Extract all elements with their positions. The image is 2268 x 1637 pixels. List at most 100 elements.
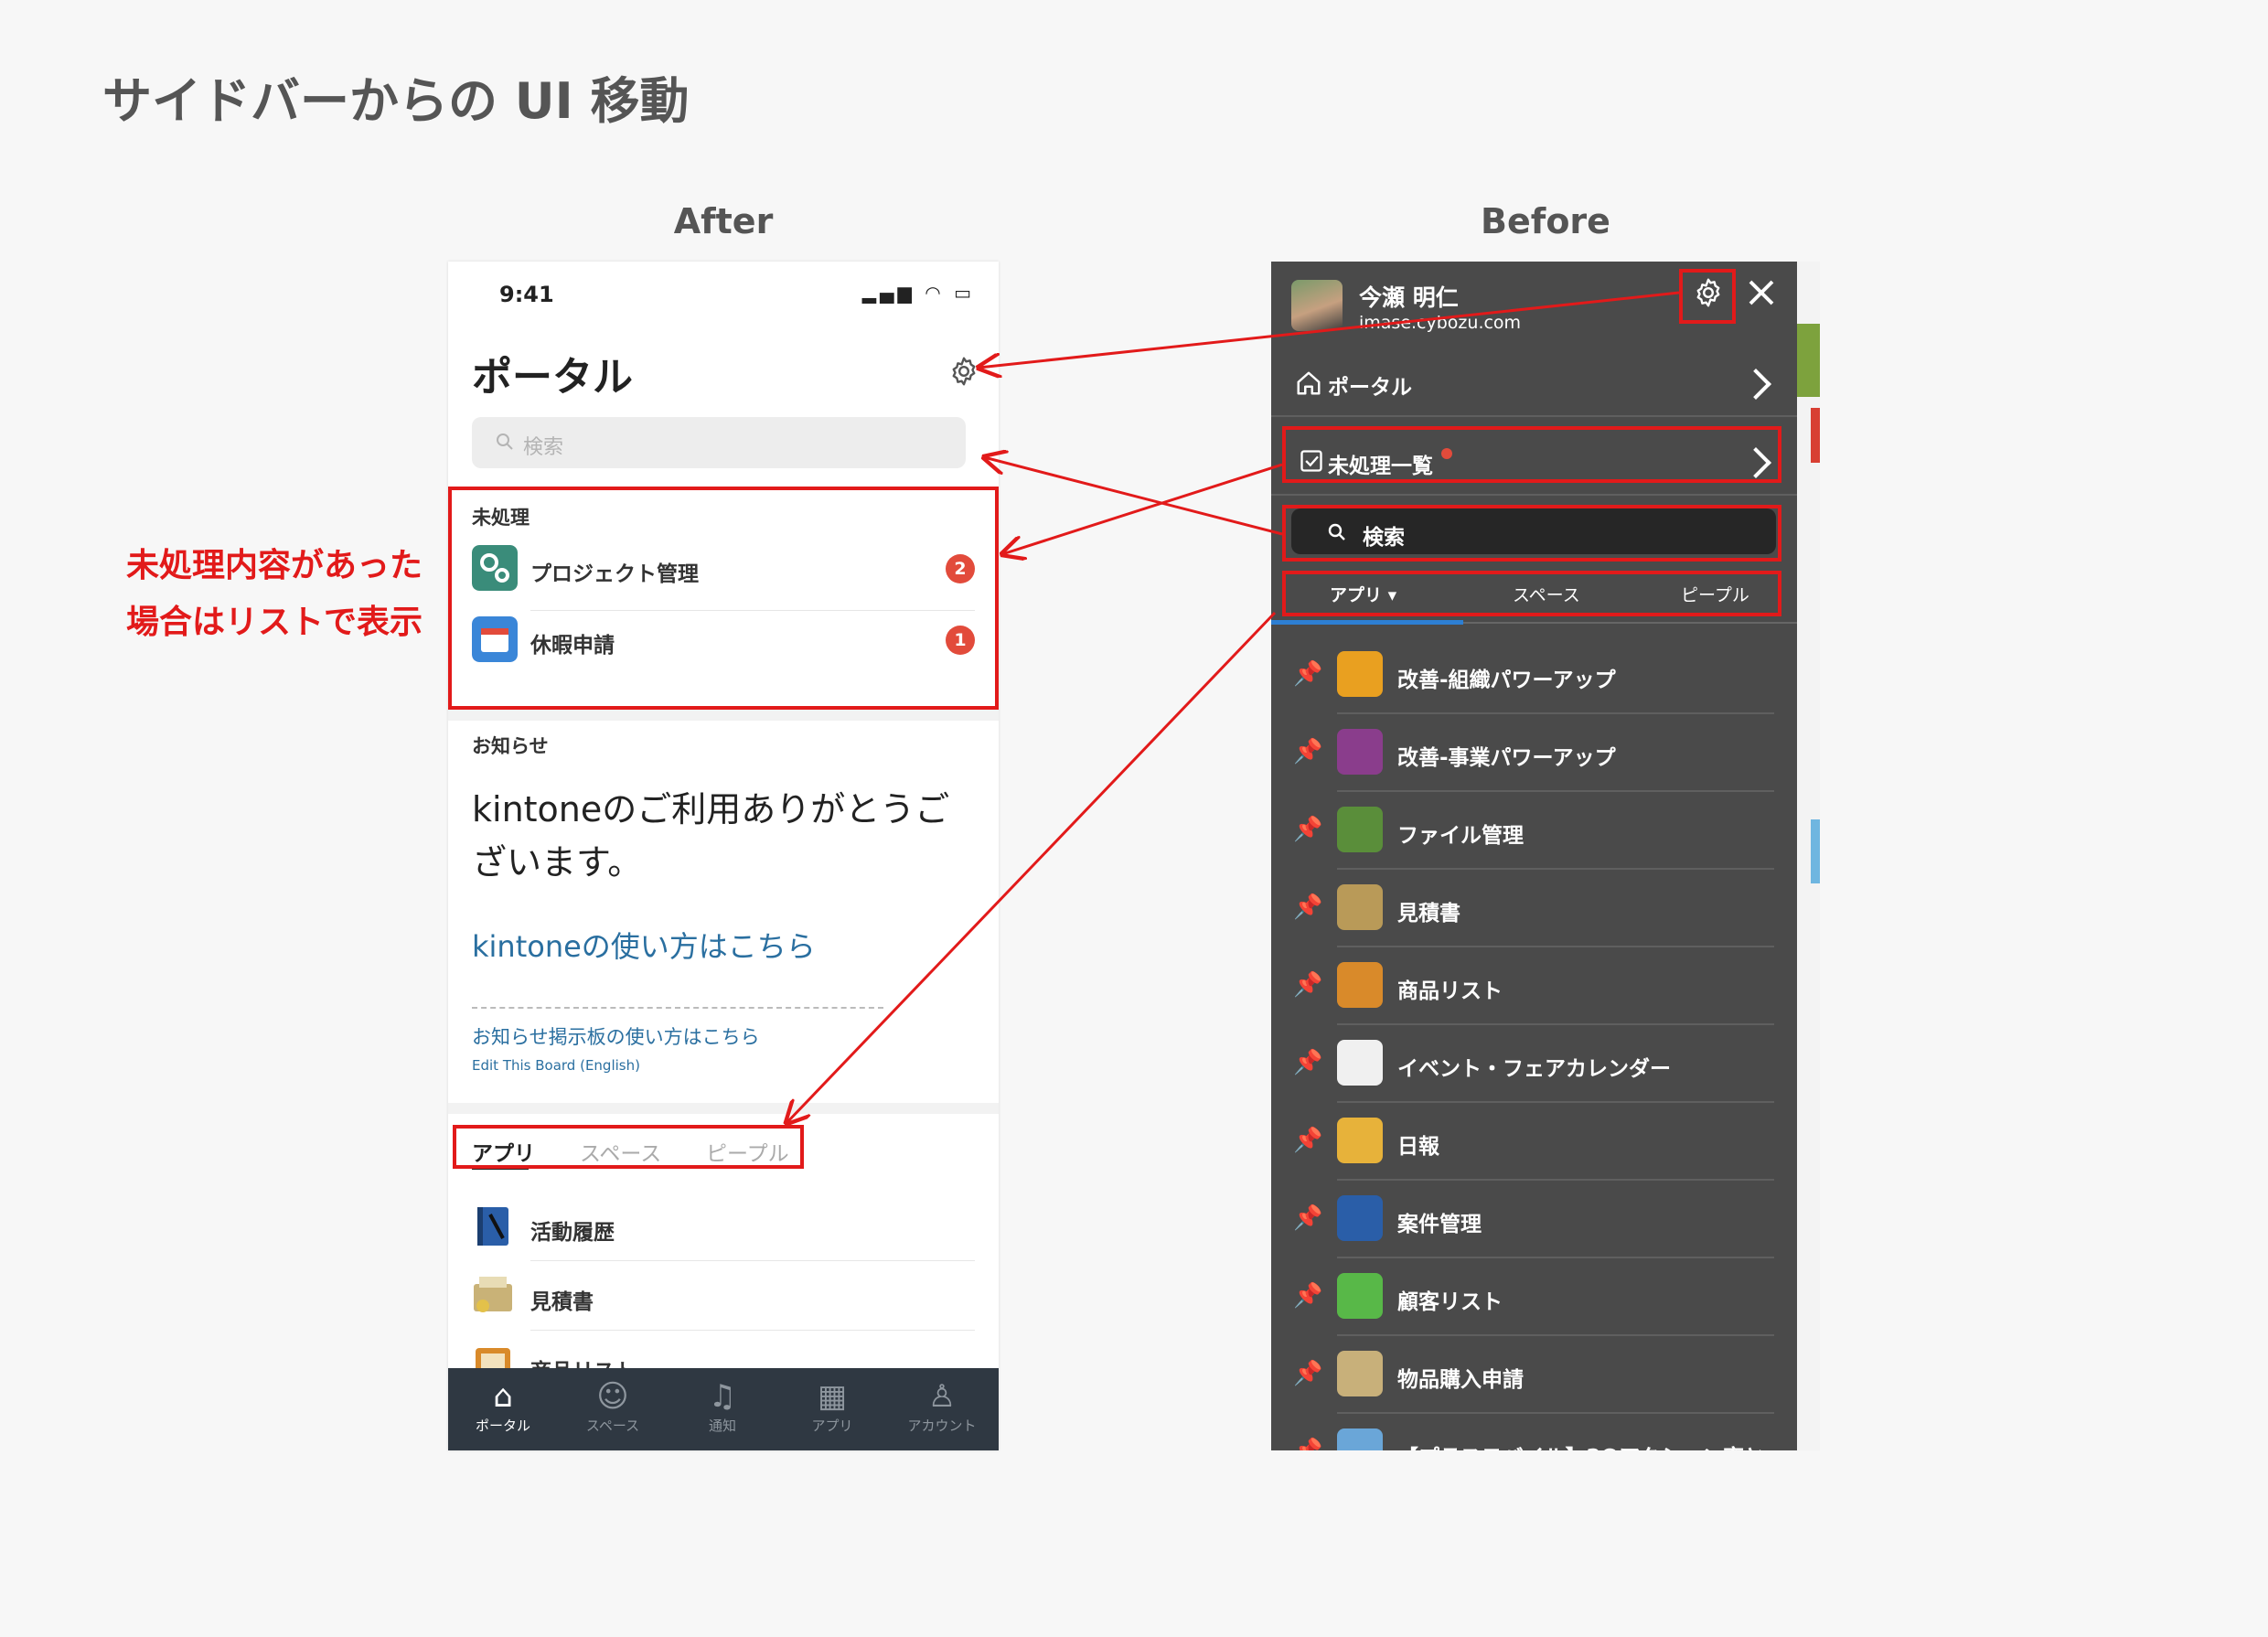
app-name: 活動履歴 [530, 1221, 615, 1245]
notebook-icon [477, 1207, 508, 1246]
tabbar-label: ポータル [475, 1418, 530, 1434]
pin-icon[interactable]: 📌 [1293, 1049, 1322, 1076]
app-row[interactable]: 📌 改善-事業パワーアップ [1271, 714, 1797, 792]
app-name: 見積書 [1397, 902, 1460, 925]
hand-icon [1337, 1118, 1383, 1163]
app-row[interactable]: 📌 顧客リスト [1271, 1258, 1797, 1336]
avatar[interactable] [1291, 280, 1343, 331]
app-row[interactable]: 📌 商品リスト [1271, 947, 1797, 1025]
after-phone-screen: 9:41 ▂▄▆ ◠ ▭ ポータル 検索 未処理 プロジェクト管理 2 休暇申請… [448, 262, 999, 1450]
pin-icon[interactable]: 📌 [1293, 1127, 1322, 1154]
arrow-pending [1002, 463, 1283, 554]
tab-active-indicator [1271, 620, 1463, 625]
tabbar-portal[interactable]: ⌂ ポータル [448, 1377, 558, 1435]
dashed-divider [472, 1007, 883, 1009]
app-row[interactable]: 📌 日報 [1271, 1103, 1797, 1181]
highlight-after-tabs [453, 1125, 804, 1169]
divider [530, 1260, 975, 1261]
app-row[interactable]: 📌 改善-組織パワーアップ [1271, 637, 1797, 714]
app-row[interactable]: 📌 【プラスモバイル】2Qアクション率と… [1271, 1414, 1797, 1450]
cash-register-icon [1337, 884, 1383, 930]
binders-icon [1337, 807, 1383, 852]
app-row[interactable]: 📌 ファイル管理 [1271, 792, 1797, 870]
app-name: 改善-事業パワーアップ [1397, 746, 1616, 770]
chart-icon [1337, 1428, 1383, 1450]
pin-icon[interactable]: 📌 [1293, 893, 1322, 921]
app-row[interactable]: 📌 見積書 [1271, 870, 1797, 947]
user-email: imase.cybozu.com [1359, 313, 1522, 333]
clipboard-icon [1337, 962, 1383, 1008]
home-icon: ⌂ [493, 1378, 513, 1415]
address-card-icon [1337, 1273, 1383, 1319]
cash-register-icon [474, 1277, 512, 1312]
notice-message: kintoneのご利用ありがとうございます。 [472, 789, 950, 883]
home-icon [1297, 371, 1321, 395]
chevron-right-icon [1740, 369, 1771, 400]
bottom-tab-bar: ⌂ ポータル ☺ スペース ♫ 通知 ▦ アプリ ♙ アカウント [448, 1368, 999, 1450]
app-row[interactable]: 📌 イベント・フェアカレンダー [1271, 1025, 1797, 1103]
search-placeholder: 検索 [523, 436, 564, 459]
app-name: イベント・フェアカレンダー [1397, 1057, 1671, 1081]
app-name: 【プラスモバイル】2Qアクション率と… [1397, 1439, 1786, 1450]
tabbar-label: 通知 [708, 1418, 736, 1434]
pin-icon[interactable]: 📌 [1293, 1438, 1322, 1450]
after-label: After [673, 201, 774, 241]
tabbar-spaces[interactable]: ☺ スペース [558, 1377, 668, 1435]
search-input[interactable]: 検索 [472, 417, 966, 468]
section-gap [448, 710, 999, 721]
diamond-icon [1337, 651, 1383, 697]
app-name: 顧客リスト [1397, 1290, 1503, 1314]
pin-icon[interactable]: 📌 [1293, 1360, 1322, 1387]
highlight-before-search [1282, 505, 1781, 562]
portal-title: ポータル [472, 354, 633, 401]
background-strip-green [1797, 324, 1820, 397]
app-name: 改善-組織パワーアップ [1397, 669, 1616, 692]
pin-icon[interactable]: 📌 [1293, 1282, 1322, 1310]
highlight-before-tabs [1282, 571, 1781, 616]
person-icon: ♙ [927, 1378, 957, 1415]
pin-icon[interactable]: 📌 [1293, 816, 1322, 843]
menu-portal-label: ポータル [1328, 376, 1412, 400]
app-name: 物品購入申請 [1397, 1368, 1524, 1392]
edit-board-link[interactable]: Edit This Board (English) [472, 1057, 640, 1074]
pin-icon[interactable]: 📌 [1293, 1204, 1322, 1232]
app-name: ファイル管理 [1397, 824, 1524, 848]
tabbar-account[interactable]: ♙ アカウント [887, 1377, 997, 1435]
divider [530, 1330, 975, 1331]
tabbar-label: アカウント [907, 1418, 977, 1434]
gear-icon[interactable] [947, 355, 980, 388]
app-name: 見積書 [530, 1290, 594, 1314]
tabbar-notifications[interactable]: ♫ 通知 [668, 1377, 777, 1435]
background-strip-red [1811, 408, 1820, 463]
highlight-pending-section [448, 487, 999, 710]
notebook-icon [1337, 1195, 1383, 1241]
tabbar-label: スペース [585, 1418, 640, 1434]
help-link[interactable]: kintoneの使い方はこちら [472, 924, 816, 966]
connector-arrows [0, 291, 1680, 1637]
app-row[interactable]: 📌 物品購入申請 [1271, 1336, 1797, 1414]
notice-label: お知らせ [472, 735, 549, 757]
annotation-line-2: 場合はリストで表示 [126, 604, 423, 641]
page-title: サイドバーからの UI 移動 [102, 72, 690, 130]
background-strip-blue [1811, 819, 1820, 883]
pin-icon[interactable]: 📌 [1293, 738, 1322, 765]
app-name: 商品リスト [1397, 979, 1503, 1003]
board-help-link[interactable]: お知らせ掲示板の使い方はこちら [472, 1022, 760, 1050]
menu-portal[interactable]: ポータル [1271, 349, 1797, 413]
pin-icon[interactable]: 📌 [1293, 660, 1322, 688]
app-row[interactable]: 📌 案件管理 [1271, 1181, 1797, 1258]
close-icon[interactable] [1745, 276, 1778, 309]
search-icon [497, 433, 513, 450]
arrow-search [984, 457, 1283, 536]
pin-icon[interactable]: 📌 [1293, 971, 1322, 999]
user-name: 今瀬 明仁 [1359, 284, 1459, 311]
app-row[interactable]: 活動履歴 [448, 1194, 999, 1260]
tabbar-apps[interactable]: ▦ アプリ [777, 1377, 887, 1435]
status-icons: ▂▄▆ ◠ ▭ [861, 282, 975, 304]
annotation: 未処理内容があった 場合はリストで表示 [126, 538, 423, 651]
grid-icon: ▦ [817, 1378, 848, 1415]
app-name: 案件管理 [1397, 1213, 1482, 1236]
app-row[interactable]: 見積書 [448, 1264, 999, 1330]
highlight-before-gear [1679, 269, 1736, 324]
calculator-icon [1337, 1351, 1383, 1396]
